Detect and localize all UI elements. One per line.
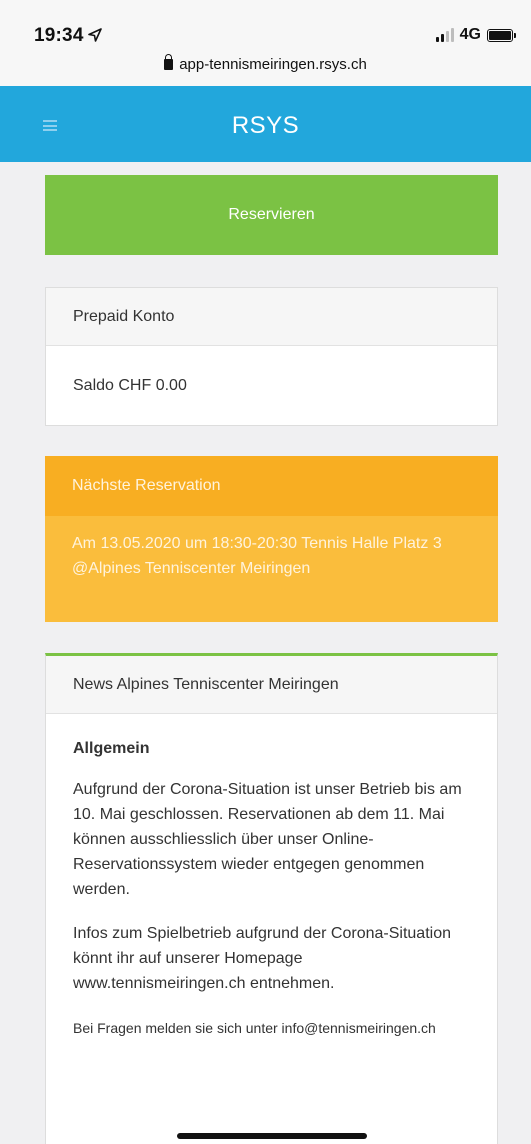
status-bar: 19:34 4G xyxy=(0,0,531,50)
url-text: app-tennismeiringen.rsys.ch xyxy=(179,56,367,73)
status-indicators: 4G xyxy=(435,26,516,44)
next-reservation-title: Nächste Reservation xyxy=(45,456,498,516)
news-heading: Allgemein xyxy=(73,740,150,757)
reserve-button[interactable]: Reservieren xyxy=(45,175,498,255)
news-panel: News Alpines Tenniscenter Meiringen Allg… xyxy=(45,653,498,1144)
news-paragraph: Aufgrund der Corona-Situation ist unser … xyxy=(73,781,462,898)
news-title: News Alpines Tenniscenter Meiringen xyxy=(46,656,497,714)
time-text: 19:34 xyxy=(34,25,84,46)
network-type: 4G xyxy=(459,26,481,43)
app-header: RSYS xyxy=(0,86,531,162)
news-paragraph: Bei Fragen melden sie sich unter info@te… xyxy=(73,1020,436,1036)
prepaid-balance: Saldo CHF 0.00 xyxy=(73,376,187,394)
next-reservation-text: Am 13.05.2020 um 18:30-20:30 Tennis Hall… xyxy=(72,535,442,577)
home-indicator[interactable] xyxy=(177,1133,367,1139)
next-reservation-panel[interactable]: Nächste Reservation Am 13.05.2020 um 18:… xyxy=(45,456,498,622)
prepaid-title: Prepaid Konto xyxy=(46,288,497,346)
status-time: 19:34 xyxy=(34,25,102,47)
news-paragraph: Infos zum Spielbetrieb aufgrund der Coro… xyxy=(73,925,451,992)
signal-icon xyxy=(435,28,454,42)
battery-icon xyxy=(487,28,516,42)
lock-icon xyxy=(164,54,174,70)
news-body: Allgemein Aufgrund der Corona-Situation … xyxy=(46,714,497,1041)
url-bar[interactable]: app-tennismeiringen.rsys.ch xyxy=(0,50,531,86)
brand-title[interactable]: RSYS xyxy=(0,112,531,140)
prepaid-panel: Prepaid Konto Saldo CHF 0.00 xyxy=(45,287,498,426)
location-arrow-icon xyxy=(87,28,102,42)
